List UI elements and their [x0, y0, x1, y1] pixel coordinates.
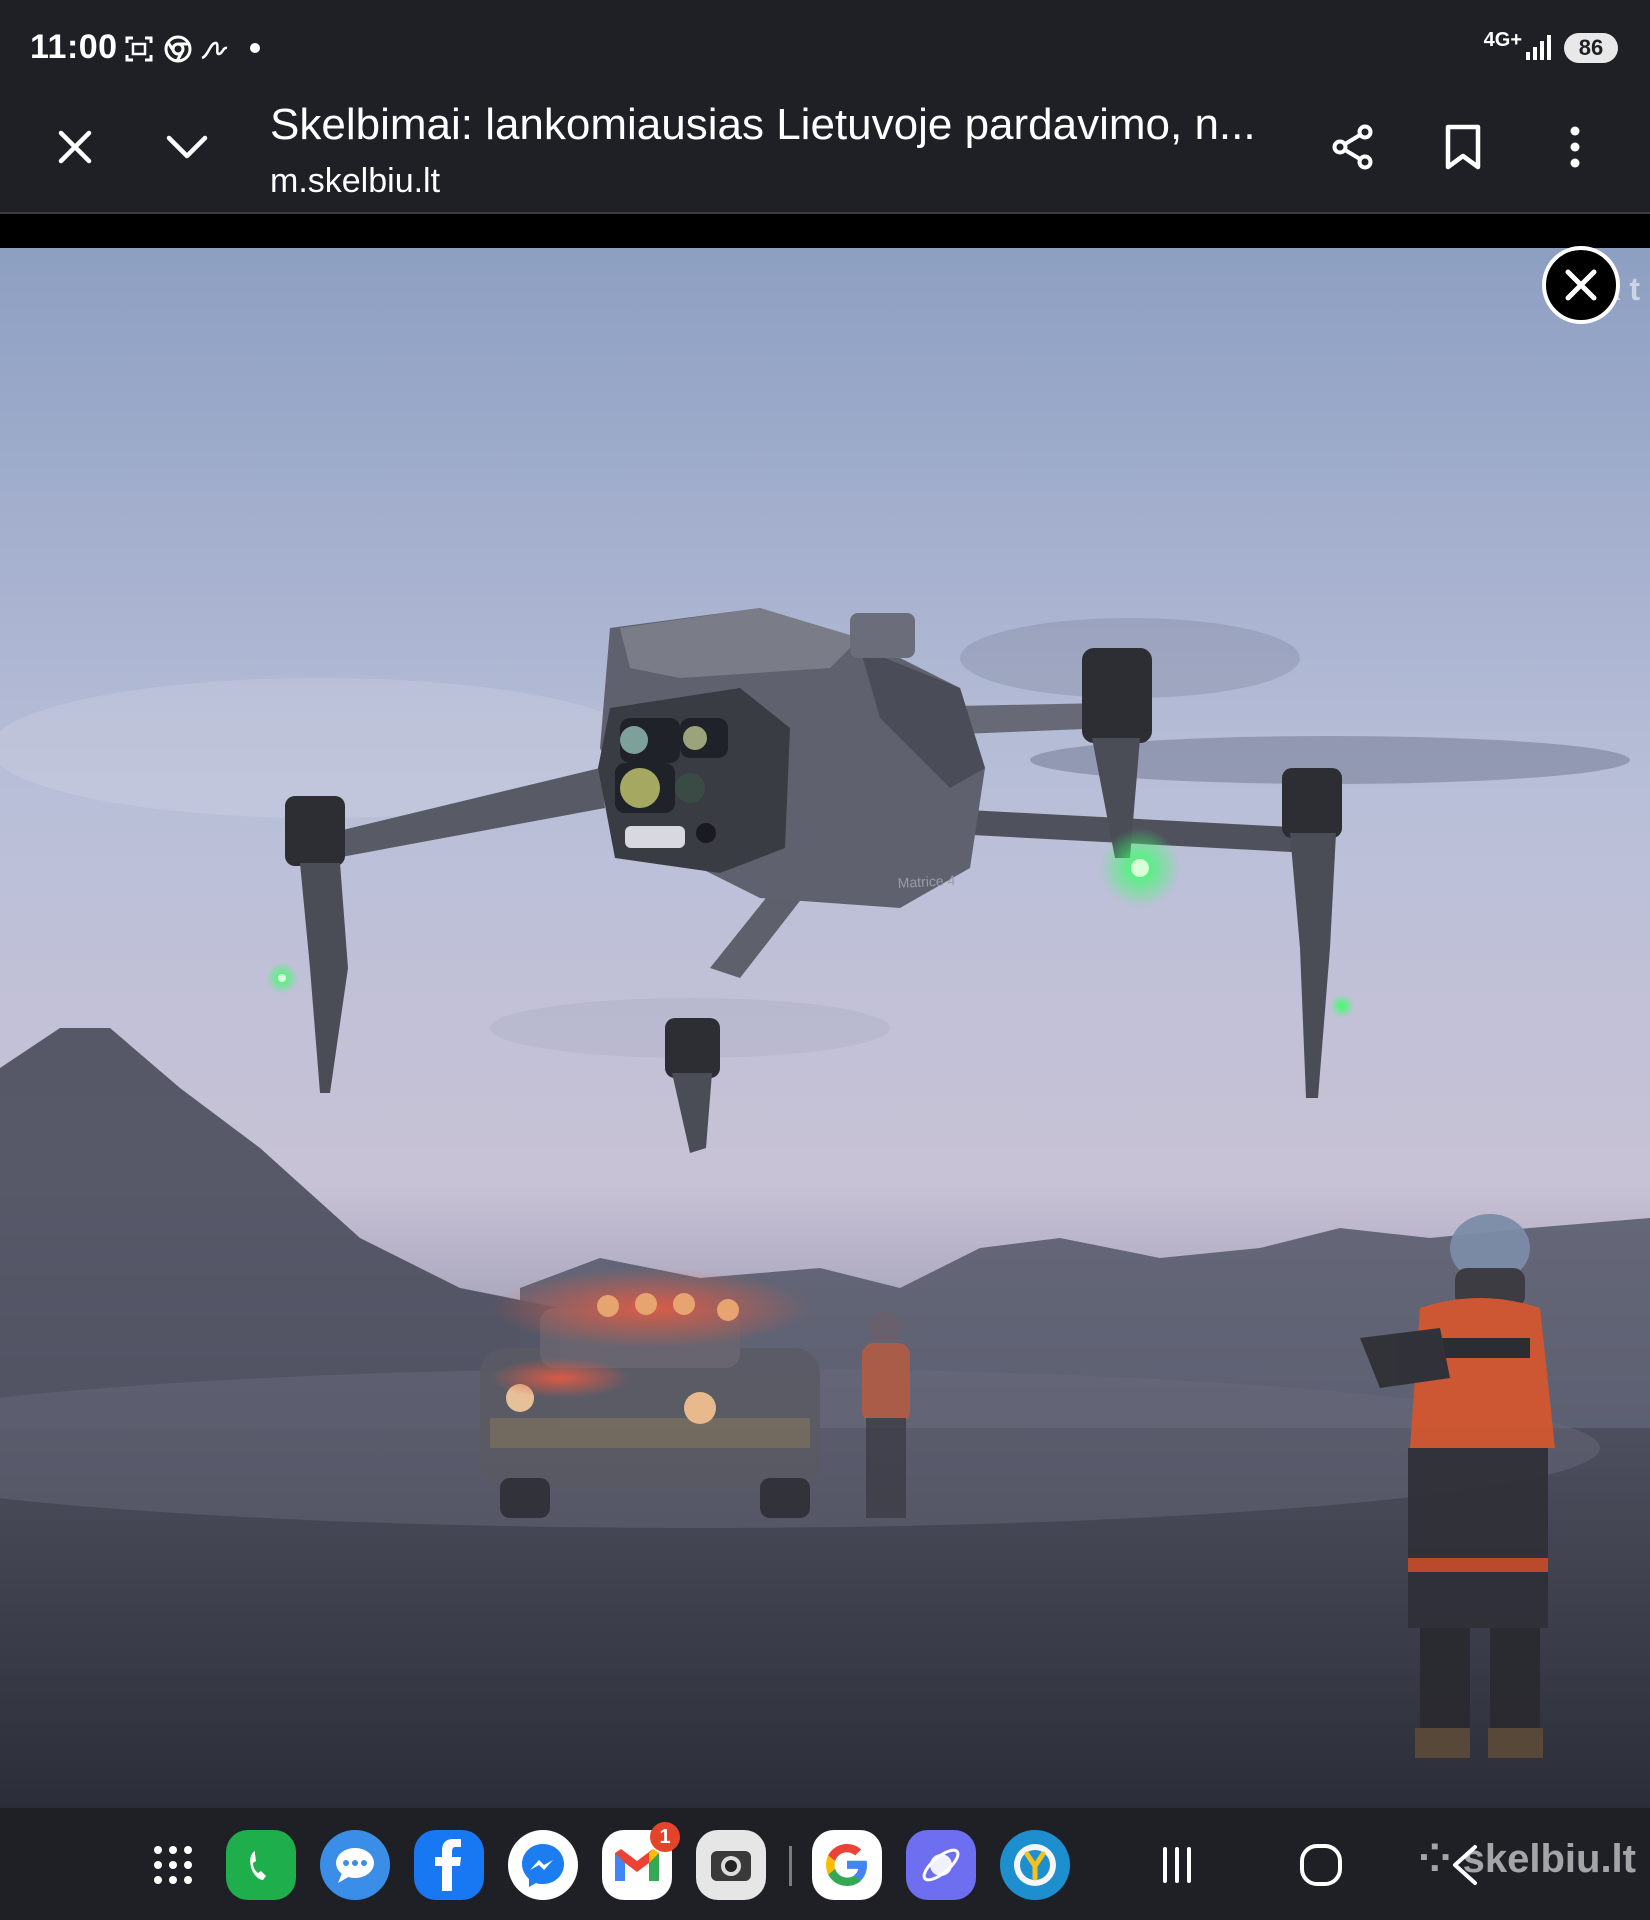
camera-app[interactable] [696, 1830, 766, 1900]
bottom-watermark: ⁘ skelbiu.lt [1417, 1837, 1636, 1881]
recents-button[interactable] [1142, 1830, 1212, 1900]
facebook-app[interactable] [414, 1830, 484, 1900]
signal-icon [1526, 35, 1551, 60]
messenger-app[interactable] [508, 1830, 578, 1900]
home-icon [1300, 1844, 1342, 1886]
share-button[interactable] [1318, 112, 1388, 182]
orbit-app[interactable] [906, 1830, 976, 1900]
minimize-tab-button[interactable] [152, 112, 222, 182]
messenger-icon [522, 1844, 564, 1887]
signature-icon [201, 41, 228, 60]
dock-divider [789, 1846, 792, 1886]
network-indicator: 4G+ [1483, 29, 1522, 51]
messages-app[interactable] [320, 1830, 390, 1900]
page-url[interactable]: m.skelbiu.lt [270, 162, 440, 201]
orbit-icon [922, 1848, 960, 1882]
apps-grid-icon [154, 1846, 192, 1884]
listing-photo[interactable]: Matrice 4 [0, 248, 1650, 1808]
gmail-badge: 1 [650, 1822, 680, 1852]
home-button[interactable] [1286, 1830, 1356, 1900]
yoyo-app[interactable] [1000, 1830, 1070, 1900]
recents-icon [1163, 1847, 1191, 1883]
notification-dot [250, 43, 260, 53]
custom-tab-toolbar: Skelbimai: lankomiausias Lietuvoje parda… [0, 92, 1650, 214]
battery-indicator: 86 [1564, 33, 1618, 63]
phone-app[interactable] [226, 1830, 296, 1900]
chevron-down-icon [166, 135, 208, 159]
taskbar: 1 ⁘ skelbiu.lt [0, 1808, 1650, 1920]
more-options-button[interactable] [1540, 112, 1610, 182]
bookmark-icon [1445, 124, 1481, 170]
page-title[interactable]: Skelbimai: lankomiausias Lietuvoje parda… [270, 100, 1260, 150]
gmail-icon [615, 1849, 659, 1881]
close-tab-button[interactable] [40, 112, 110, 182]
status-time: 11:00 [30, 28, 118, 66]
close-photo-button[interactable] [1542, 246, 1620, 324]
status-bar: 11:00 4G+ 86 [0, 0, 1650, 92]
google-app[interactable] [812, 1830, 882, 1900]
drone-photo-illustration: Matrice 4 [0, 248, 1650, 1808]
content-top-strip [0, 214, 1650, 248]
facebook-icon [435, 1839, 461, 1891]
share-icon [1332, 124, 1373, 170]
camera-icon [711, 1851, 751, 1881]
google-icon [826, 1844, 867, 1886]
close-icon [1565, 269, 1597, 301]
apps-grid-button[interactable] [138, 1830, 208, 1900]
yoyo-icon [1014, 1844, 1056, 1886]
screenshot-icon [125, 36, 153, 62]
close-icon [58, 130, 92, 164]
more-vert-icon [1570, 126, 1580, 168]
chrome-icon [164, 35, 192, 63]
phone-icon [250, 1851, 266, 1880]
drone-model-label: Matrice 4 [897, 872, 956, 891]
watermark-dots-icon: ⁘ [1417, 1837, 1452, 1881]
messages-icon [336, 1848, 374, 1883]
bookmark-button[interactable] [1428, 112, 1498, 182]
gmail-app[interactable]: 1 [602, 1822, 680, 1900]
